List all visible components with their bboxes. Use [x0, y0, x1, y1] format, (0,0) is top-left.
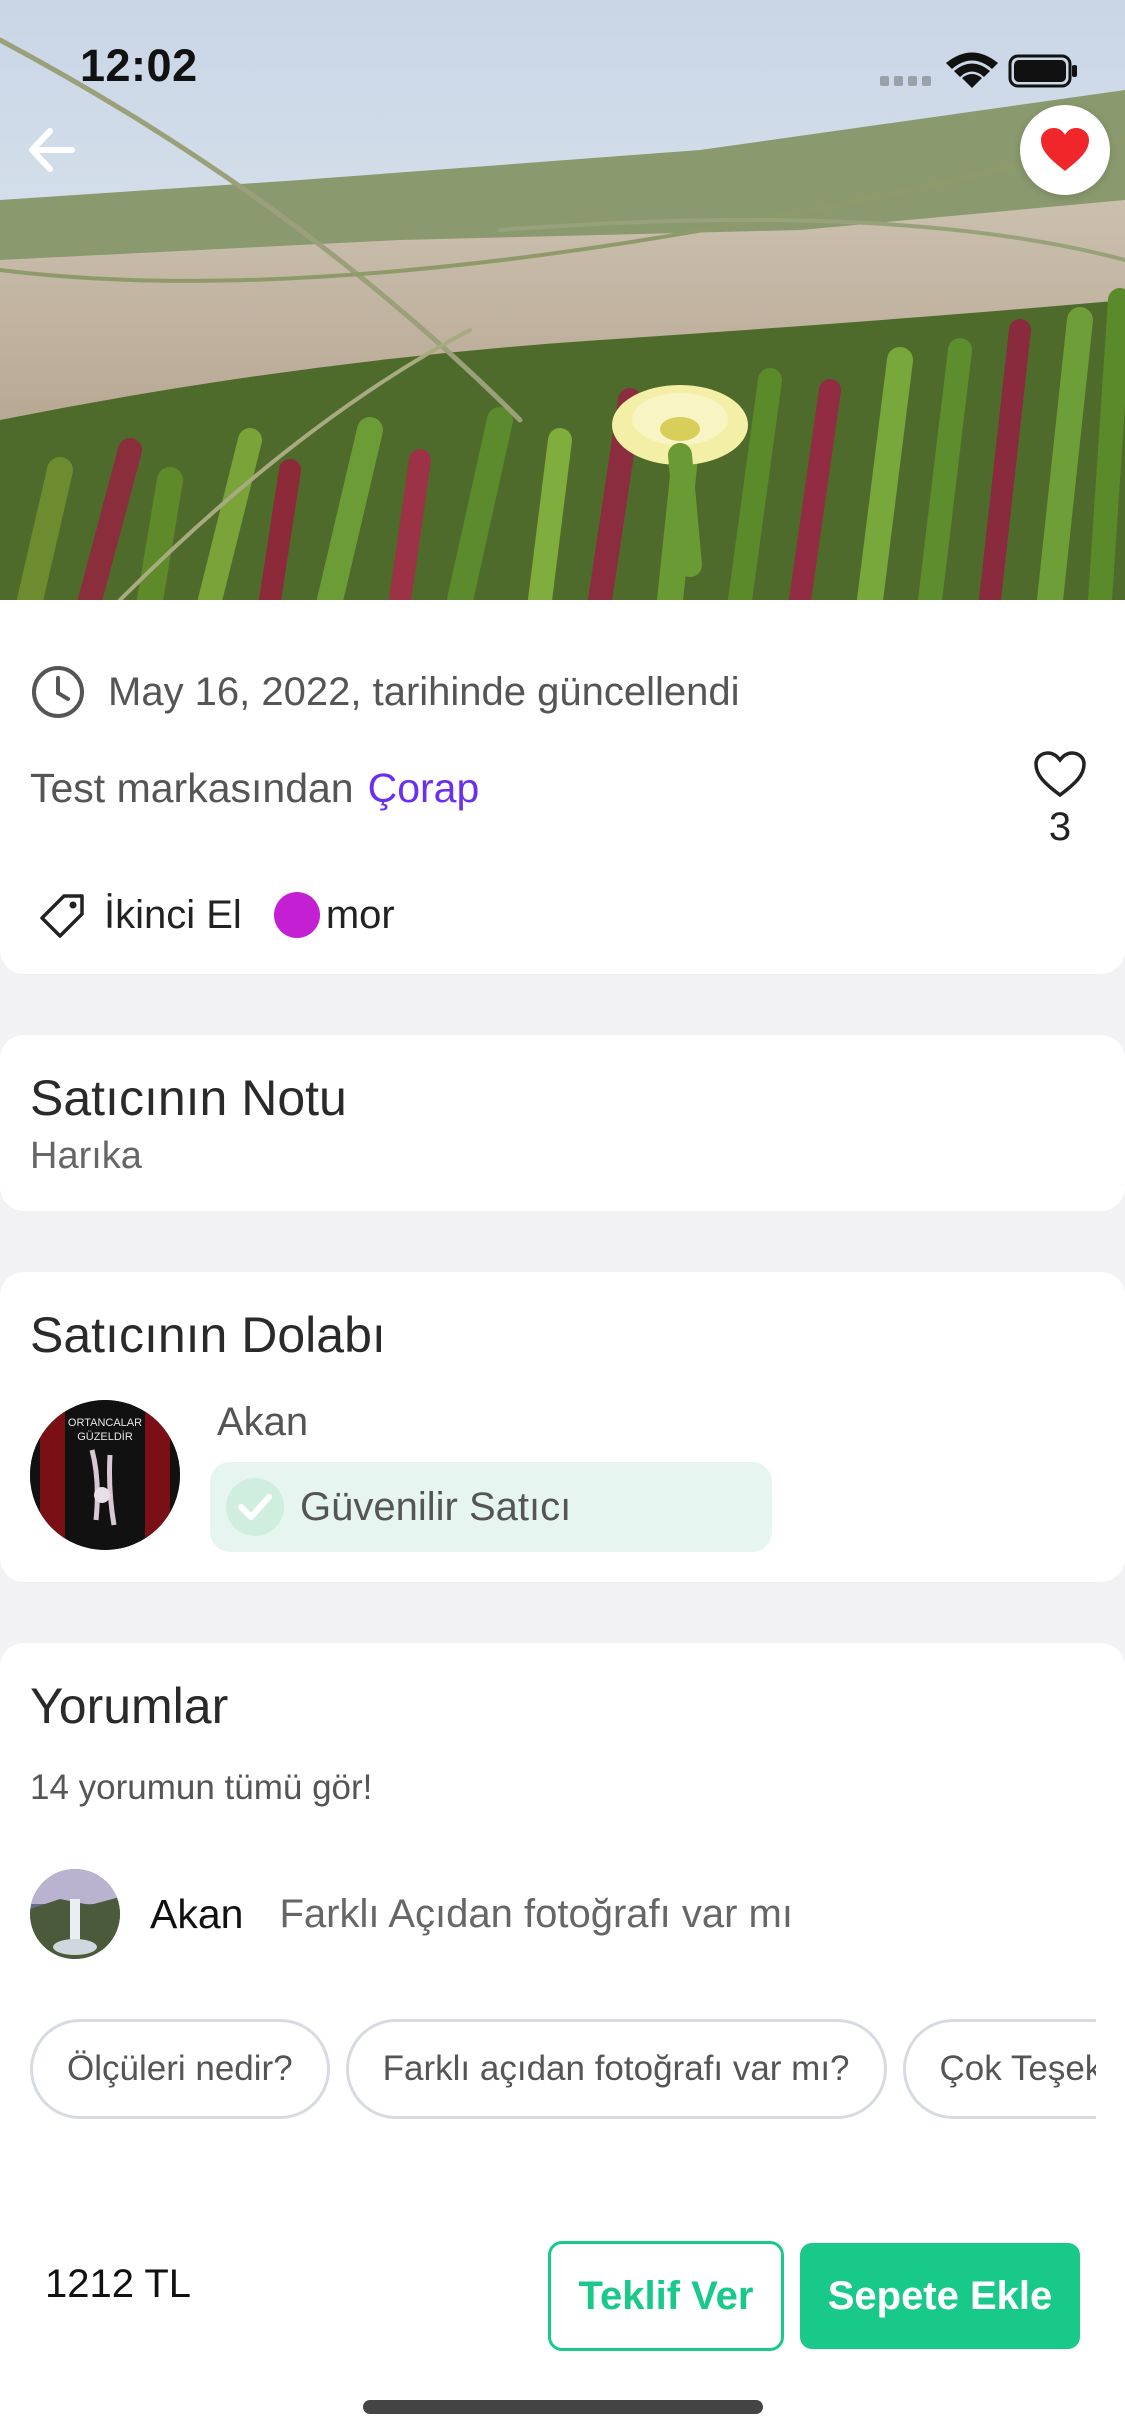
seller-closet-card[interactable]: Satıcının Dolabı ORTANCALAR GÜZELDİR Aka…: [0, 1272, 1125, 1582]
updated-date: May 16, 2022, tarihinde güncellendi: [108, 669, 740, 714]
category-link[interactable]: Çorap: [368, 765, 480, 811]
brand-text: Test markasından: [30, 765, 354, 811]
seller-note-text: Harıka: [30, 1135, 142, 1177]
status-icons: [880, 48, 1080, 92]
add-to-cart-button[interactable]: Sepete Ekle: [800, 2243, 1080, 2349]
trusted-seller-label: Güvenilir Satıcı: [300, 1484, 572, 1529]
check-icon: [226, 1478, 284, 1536]
seller-closet-title: Satıcının Dolabı: [30, 1307, 386, 1363]
brand-row: Test markasından Çorap: [30, 765, 479, 812]
comment-item[interactable]: Akan Farklı Açıdan fotoğrafı var mı: [30, 1869, 793, 1959]
avatar-caption-1: ORTANCALAR: [68, 1417, 142, 1429]
home-indicator[interactable]: [363, 2400, 763, 2414]
likes-count: 3: [1048, 805, 1072, 849]
price: 1212 TL: [45, 2262, 192, 2306]
like-counter[interactable]: 3: [1020, 750, 1100, 850]
arrow-left-icon: [29, 128, 75, 172]
seller-note-title: Satıcının Notu: [30, 1070, 347, 1126]
condition-label: İkinci El: [104, 892, 242, 937]
status-time: 12:02: [80, 40, 198, 91]
trusted-seller-badge: Güvenilir Satıcı: [210, 1462, 772, 1552]
see-all-comments-link[interactable]: 14 yorumun tümü gör!: [30, 1768, 372, 1808]
comments-title: Yorumlar: [30, 1678, 229, 1734]
color-swatch: [273, 892, 320, 938]
updated-row: May 16, 2022, tarihinde güncellendi: [30, 662, 740, 722]
favorite-button[interactable]: [1020, 105, 1110, 195]
seller-avatar[interactable]: ORTANCALAR GÜZELDİR: [30, 1400, 180, 1550]
color-label: mor: [325, 892, 395, 937]
quick-reply-chip[interactable]: Ölçüleri nedir?: [30, 2019, 330, 2119]
comment-text: Farklı Açıdan fotoğrafı var mı: [279, 1891, 793, 1936]
seller-name[interactable]: Akan: [217, 1400, 308, 1445]
tag-icon: [40, 894, 84, 938]
heart-outline-icon: [1034, 751, 1086, 798]
quick-reply-chip[interactable]: Farklı açıdan fotoğrafı var mı?: [345, 2019, 887, 2119]
back-button[interactable]: [20, 115, 90, 185]
seller-note-card: Satıcının Notu Harıka: [0, 1035, 1125, 1211]
signal-icon: [880, 76, 931, 86]
make-offer-button[interactable]: Teklif Ver: [548, 2241, 784, 2351]
heart-filled-icon: [1041, 128, 1089, 171]
clock-icon: [32, 666, 84, 718]
commenter-avatar: [30, 1869, 120, 1959]
avatar-caption-2: GÜZELDİR: [77, 1430, 133, 1443]
wifi-icon: [946, 52, 998, 88]
product-info-card: May 16, 2022, tarihinde güncellendi Test…: [0, 600, 1125, 974]
quick-reply-chip[interactable]: Çok Teşekkürler: [902, 2019, 1096, 2119]
battery-icon: [1008, 54, 1077, 88]
comment-user: Akan: [150, 1890, 244, 1937]
tags-row: İkinci El mor: [38, 890, 395, 940]
quick-reply-chips: Ölçüleri nedir? Farklı açıdan fotoğrafı …: [30, 2019, 1096, 2127]
